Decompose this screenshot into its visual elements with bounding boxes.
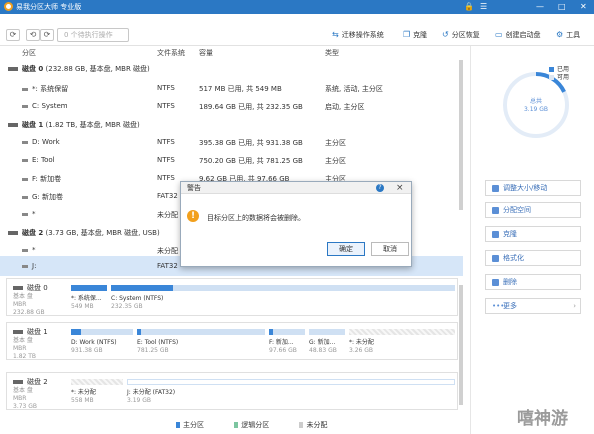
col-type[interactable]: 类型 [325,48,339,58]
window-title: 易我分区大师 专业版 [16,3,82,11]
partition-bar[interactable] [71,285,107,291]
watermark: 嘻神游 [517,409,568,429]
delete-button[interactable]: 删除 [485,274,581,290]
partition-bar[interactable] [71,329,133,335]
format-icon [492,254,499,262]
col-partition[interactable]: 分区 [22,48,36,58]
disk-map-row[interactable]: 磁盘 2 基本 盘 MBR 3.73 GB *: 未分配 558 MB J: 未分配 … [6,372,458,410]
primary-swatch [176,422,180,428]
diskmap-scrollbar[interactable] [459,285,463,405]
clone-button[interactable]: ❐ 克隆 [403,30,427,40]
close-button[interactable]: ✕ [580,1,587,13]
col-capacity[interactable]: 容量 [199,48,213,58]
clone-partition-button[interactable]: 克隆 [485,226,581,242]
disk-icon [8,67,18,71]
partition-icon [22,248,28,252]
unallocated-bar[interactable] [349,329,455,335]
disk-icon [13,330,23,334]
cancel-button[interactable]: 取消 [371,242,409,256]
help-icon[interactable]: ? [376,184,384,192]
partition-icon [22,140,28,144]
allocate-icon [492,206,499,214]
dialog-close-icon[interactable]: × [396,182,404,194]
clone-icon: ❐ [403,30,411,39]
apply-pending-button[interactable]: 0 个待执行操作 [57,28,129,42]
disk-row[interactable]: 磁盘 0 (232.88 GB, 基本盘, MBR 磁盘) [0,58,463,78]
tools-button[interactable]: ⚙ 工具 [556,30,580,40]
undo-button[interactable]: ⟲ [26,29,40,41]
warning-dialog: 警告 ? × ! 目标分区上的数据将会被删除。 确定 取消 [180,181,412,267]
chevron-right-icon: › [573,302,576,310]
partition-bar[interactable] [269,329,305,335]
partition-icon [22,264,28,268]
disk-icon [13,380,23,384]
partition-icon [22,177,28,181]
warning-icon: ! [187,210,199,222]
table-scrollbar[interactable] [459,60,463,210]
operations-panel: 已用 可用 总共 3.19 GB 调整大小/移动 分配空间 克隆 格式化 删除 •… [470,46,594,434]
resize-move-button[interactable]: 调整大小/移动 [485,180,581,196]
partition-row[interactable]: D: Work NTFS 395.38 GB 已用, 共 931.38 GB 主… [0,132,463,152]
bootdisk-icon: ▭ [495,30,503,39]
col-filesystem[interactable]: 文件系统 [157,48,185,58]
used-swatch [549,67,554,72]
disk-map-row[interactable]: 磁盘 0 基本 盘 MBR 232.88 GB *: 系统保... 549 MB C:… [6,278,458,316]
clone-icon [492,230,499,238]
partition-icon [22,104,28,108]
donut-legend: 已用 可用 [549,66,569,82]
partition-row[interactable]: C: System NTFS 189.64 GB 已用, 共 232.35 GB… [0,96,463,116]
redo-button[interactable]: ⟳ [40,29,54,41]
unalloc-swatch [299,422,304,428]
disk-row[interactable]: 磁盘 1 (1.82 TB, 基本盘, MBR 磁盘) [0,114,463,134]
migrate-os-button[interactable]: ⇆ 迁移操作系统 [332,30,384,40]
format-button[interactable]: 格式化 [485,250,581,266]
allocate-space-button[interactable]: 分配空间 [485,202,581,218]
partition-icon [22,212,28,216]
migrate-icon: ⇆ [332,30,339,39]
minimize-button[interactable]: — [536,1,544,13]
legend: 主分区 逻辑分区 未分配 [176,420,355,430]
more-dots-icon: ••• [492,301,505,310]
ok-button[interactable]: 确定 [327,242,365,256]
refresh-button[interactable]: ⟳ [6,29,20,41]
partition-recovery-button[interactable]: ↺ 分区恢复 [442,30,480,40]
maximize-button[interactable]: □ [558,1,566,13]
lock-icon[interactable]: 🔒 [464,1,474,13]
partition-bar[interactable] [111,285,455,291]
logical-swatch [234,422,239,428]
tools-icon: ⚙ [556,30,564,39]
partition-icon [22,158,28,162]
delete-icon [492,278,499,286]
partition-bar[interactable] [137,329,265,335]
resize-icon [492,184,499,192]
menu-icon[interactable]: ☰ [480,1,487,13]
disk-map: 磁盘 0 基本 盘 MBR 232.88 GB *: 系统保... 549 MB C:… [0,272,463,422]
partition-bar[interactable] [309,329,345,335]
partition-icon [22,195,28,199]
partition-icon [22,87,28,91]
free-swatch [549,75,554,80]
partition-row[interactable]: *: 系统保留 NTFS 517 MB 已用, 共 549 MB 系统, 活动,… [0,78,463,98]
partition-bar[interactable] [127,379,455,385]
unallocated-bar[interactable] [71,379,123,385]
disk-icon [8,231,18,235]
disk-icon [13,286,23,290]
more-button[interactable]: •••更多 › [485,298,581,314]
recover-icon: ↺ [442,30,449,39]
donut-center-label: 总共 3.19 GB [523,98,549,113]
disk-map-row[interactable]: 磁盘 1 基本 盘 MBR 1.82 TB D: Work (NTFS) 931.38… [6,322,458,360]
toolbar: ⟳ ⟲ ⟳ 0 个待执行操作 ⇆ 迁移操作系统 ❐ 克隆 ↺ 分区恢复 ▭ 创建启动盘 … [0,24,594,46]
create-bootdisk-button[interactable]: ▭ 创建启动盘 [495,30,541,40]
dialog-message: 目标分区上的数据将会被删除。 [207,214,305,222]
partition-row[interactable]: E: Tool NTFS 750.20 GB 已用, 共 781.25 GB 主… [0,150,463,170]
title-bar: 易我分区大师 专业版 🔒 ☰ — □ ✕ [0,0,594,14]
app-logo-icon [4,2,13,11]
disk-icon [8,123,18,127]
